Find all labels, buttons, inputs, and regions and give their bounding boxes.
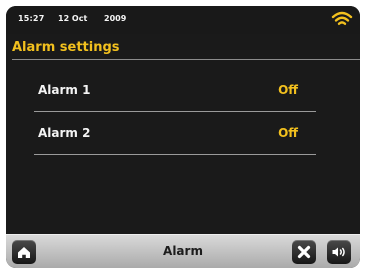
alarm-1-label: Alarm 1 [38,83,91,97]
alarm-2-row[interactable]: Alarm 2 Off [28,115,316,155]
bottom-bar: Alarm [6,234,360,268]
alarm-2-status: Off [278,126,298,140]
header-divider [12,59,360,60]
alarm-1-row[interactable]: Alarm 1 Off [28,72,316,112]
status-date: 12 Oct [58,14,88,23]
wifi-icon [331,11,353,25]
page-title: Alarm settings [12,40,120,55]
screen-header: Alarm settings [6,34,360,66]
device-frame: 15:27 12 Oct 2009 Alarm settings Alarm 1… [0,0,366,274]
volume-icon [332,247,345,257]
row-divider [34,111,316,112]
row-divider [34,154,316,155]
screen: 15:27 12 Oct 2009 Alarm settings Alarm 1… [6,6,360,268]
status-year: 2009 [104,14,127,23]
close-button[interactable] [292,240,316,264]
alarm-2-label: Alarm 2 [38,126,91,140]
volume-button[interactable] [327,240,351,264]
alarm-1-status: Off [278,83,298,97]
status-time: 15:27 [18,14,45,23]
status-bar: 15:27 12 Oct 2009 [6,6,360,34]
close-icon [297,245,311,259]
